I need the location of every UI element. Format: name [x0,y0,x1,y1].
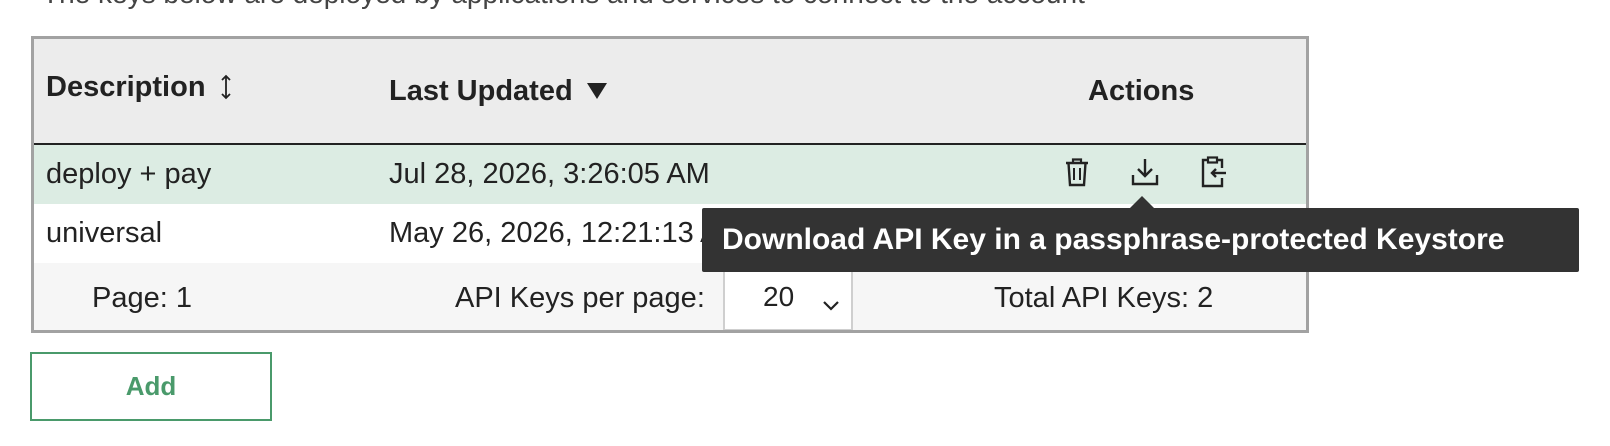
column-header-description[interactable]: Description [46,39,232,139]
trash-icon [1064,157,1090,195]
per-page-select[interactable]: 20 [723,263,853,330]
per-page-label: API Keys per page: [455,281,705,314]
row-last-updated: Jul 28, 2026, 3:26:05 AM [389,158,710,190]
column-header-description-label: Description [46,70,206,103]
row-description: deploy + pay [46,158,212,190]
api-keys-page: The keys below are deployed by applicati… [0,0,1610,446]
row-last-updated: May 26, 2026, 12:21:13 AM [389,217,744,249]
column-header-last-updated-label: Last Updated [389,74,573,107]
column-header-last-updated[interactable]: Last Updated [389,39,607,143]
table-header: Description Last Updated Actions [34,39,1306,145]
download-icon [1130,157,1160,195]
sort-both-icon[interactable] [220,74,232,100]
column-header-actions: Actions [1088,74,1195,107]
chevron-down-icon [821,288,841,320]
total-count: Total API Keys: 2 [994,281,1214,314]
download-tooltip: Download API Key in a passphrase-protect… [702,208,1579,272]
delete-button[interactable] [1057,156,1097,196]
per-page-value: 20 [763,281,795,312]
sort-descending-icon[interactable] [586,82,607,100]
table-pagination: Page: 1 API Keys per page: 20 Total API … [34,263,1306,330]
table-row[interactable]: deploy + pay Jul 28, 2026, 3:26:05 AM [34,145,1306,204]
row-description: universal [46,217,163,249]
download-keystore-button[interactable] [1125,156,1165,196]
add-button[interactable]: Add [30,352,272,421]
api-keys-table: Description Last Updated Actions deploy … [31,36,1309,333]
intro-text: The keys below are deployed by applicati… [42,0,1085,10]
copy-to-clipboard-icon [1200,156,1228,196]
page-indicator: Page: 1 [92,281,192,314]
copy-button[interactable] [1194,156,1234,196]
